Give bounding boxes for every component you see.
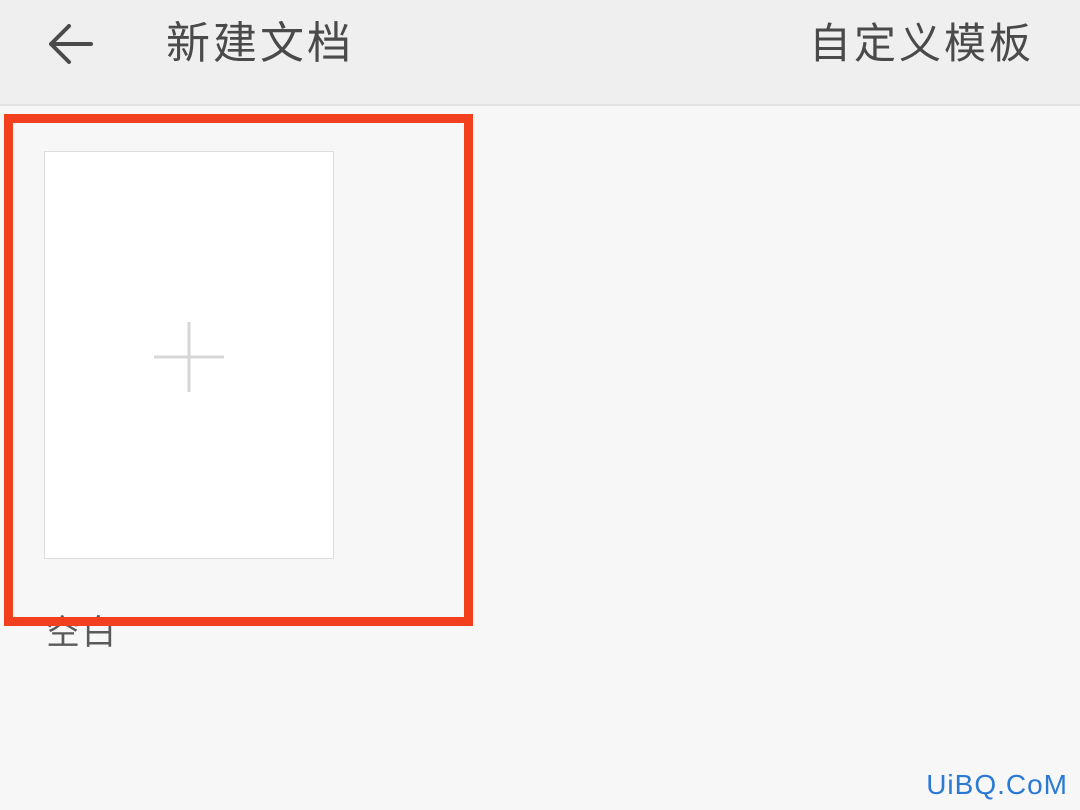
custom-template-button[interactable]: 自定义模板 (809, 14, 1034, 74)
page-title: 新建文档 (166, 18, 354, 69)
app-screen: 新建文档 自定义模板 空白 UiBQ.CoM (0, 0, 1080, 810)
back-button[interactable] (40, 18, 100, 70)
blank-template-card[interactable] (44, 151, 334, 559)
plus-icon (154, 322, 224, 392)
arrow-left-icon (49, 24, 93, 64)
top-bar: 新建文档 自定义模板 (0, 0, 1080, 106)
watermark: UiBQ.CoM (926, 769, 1068, 800)
blank-template-label: 空白 (46, 613, 118, 653)
